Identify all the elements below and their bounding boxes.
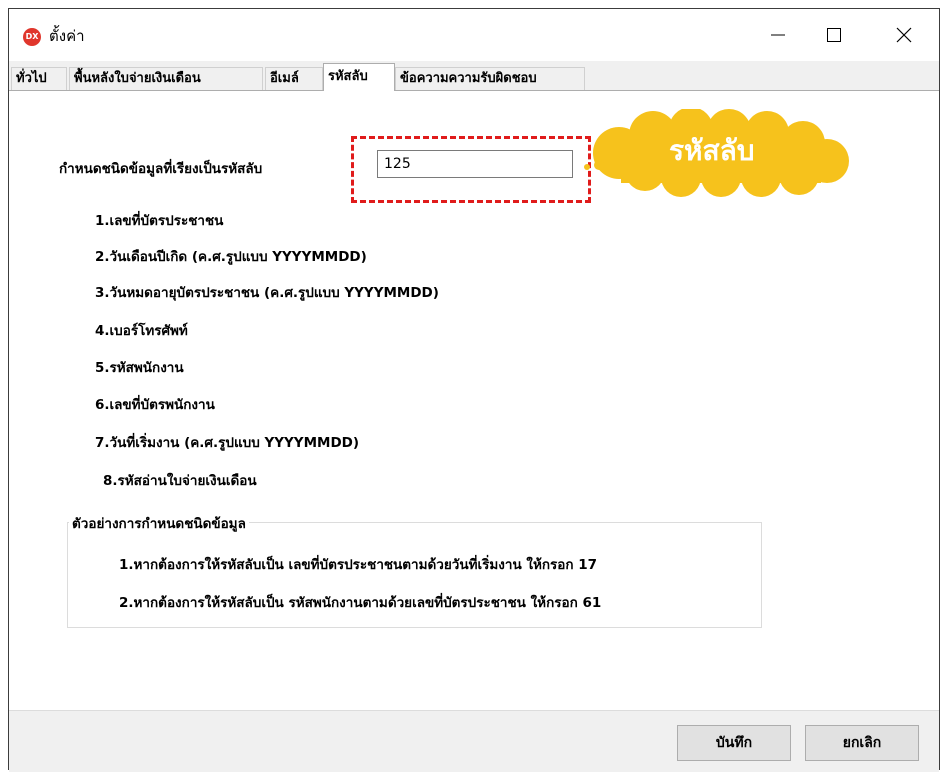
minimize-button[interactable] bbox=[755, 9, 801, 61]
tab-email[interactable]: อีเมล์ bbox=[265, 67, 323, 91]
cancel-button[interactable]: ยกเลิก bbox=[805, 725, 919, 761]
maximize-button[interactable] bbox=[811, 9, 857, 61]
example-item: 1.หากต้องการให้รหัสลับเป็น เลขที่บัตรประ… bbox=[119, 557, 598, 573]
option-item: 7.วันที่เริ่มงาน (ค.ศ.รูปแบบ YYYYMMDD) bbox=[95, 435, 360, 451]
title-bar: DX ตั้งค่า bbox=[9, 9, 939, 61]
minimize-icon bbox=[771, 34, 785, 36]
option-item: 4.เบอร์โทรศัพท์ bbox=[95, 323, 188, 339]
maximize-icon bbox=[827, 28, 841, 42]
window-title: ตั้งค่า bbox=[49, 27, 85, 45]
option-item: 3.วันหมดอายุบัตรประชาชน (ค.ศ.รูปแบบ YYYY… bbox=[95, 285, 439, 301]
option-item: 1.เลขที่บัตรประชาชน bbox=[95, 213, 224, 229]
password-format-input[interactable] bbox=[377, 150, 573, 178]
dialog-footer: บันทึก ยกเลิก bbox=[9, 710, 939, 772]
tab-strip: ทั่วไป พื้นหลังใบจ่ายเงินเดือน อีเมล์ รห… bbox=[9, 61, 939, 91]
option-item: 8.รหัสอ่านใบจ่ายเงินเดือน bbox=[103, 473, 257, 489]
tab-disclaimer[interactable]: ข้อความความรับผิดชอบ bbox=[395, 67, 585, 91]
examples-title: ตัวอย่างการกำหนดชนิดข้อมูล bbox=[69, 512, 249, 534]
app-logo-icon: DX bbox=[23, 28, 41, 46]
tab-password[interactable]: รหัสลับ bbox=[323, 63, 395, 91]
close-button[interactable] bbox=[881, 9, 927, 61]
tab-general[interactable]: ทั่วไป bbox=[11, 67, 67, 91]
tab-content-password: กำหนดชนิดข้อมูลที่เรียงเป็นรหัสลับ 125 ร… bbox=[9, 90, 939, 711]
option-item: 2.วันเดือนปีเกิด (ค.ศ.รูปแบบ YYYYMMDD) bbox=[95, 249, 367, 265]
option-item: 5.รหัสพนักงาน bbox=[95, 360, 184, 376]
tab-payslip-background[interactable]: พื้นหลังใบจ่ายเงินเดือน bbox=[69, 67, 263, 91]
callout-label: รหัสลับ bbox=[669, 134, 755, 167]
settings-dialog: DX ตั้งค่า ทั่วไป พื้นหลังใบจ่ายเงินเดือ… bbox=[8, 8, 940, 772]
password-field-label: กำหนดชนิดข้อมูลที่เรียงเป็นรหัสลับ bbox=[59, 161, 263, 177]
example-item: 2.หากต้องการให้รหัสลับเป็น รหัสพนักงานตา… bbox=[119, 595, 602, 611]
save-button[interactable]: บันทึก bbox=[677, 725, 791, 761]
close-icon bbox=[896, 27, 912, 43]
option-item: 6.เลขที่บัตรพนักงาน bbox=[95, 397, 215, 413]
